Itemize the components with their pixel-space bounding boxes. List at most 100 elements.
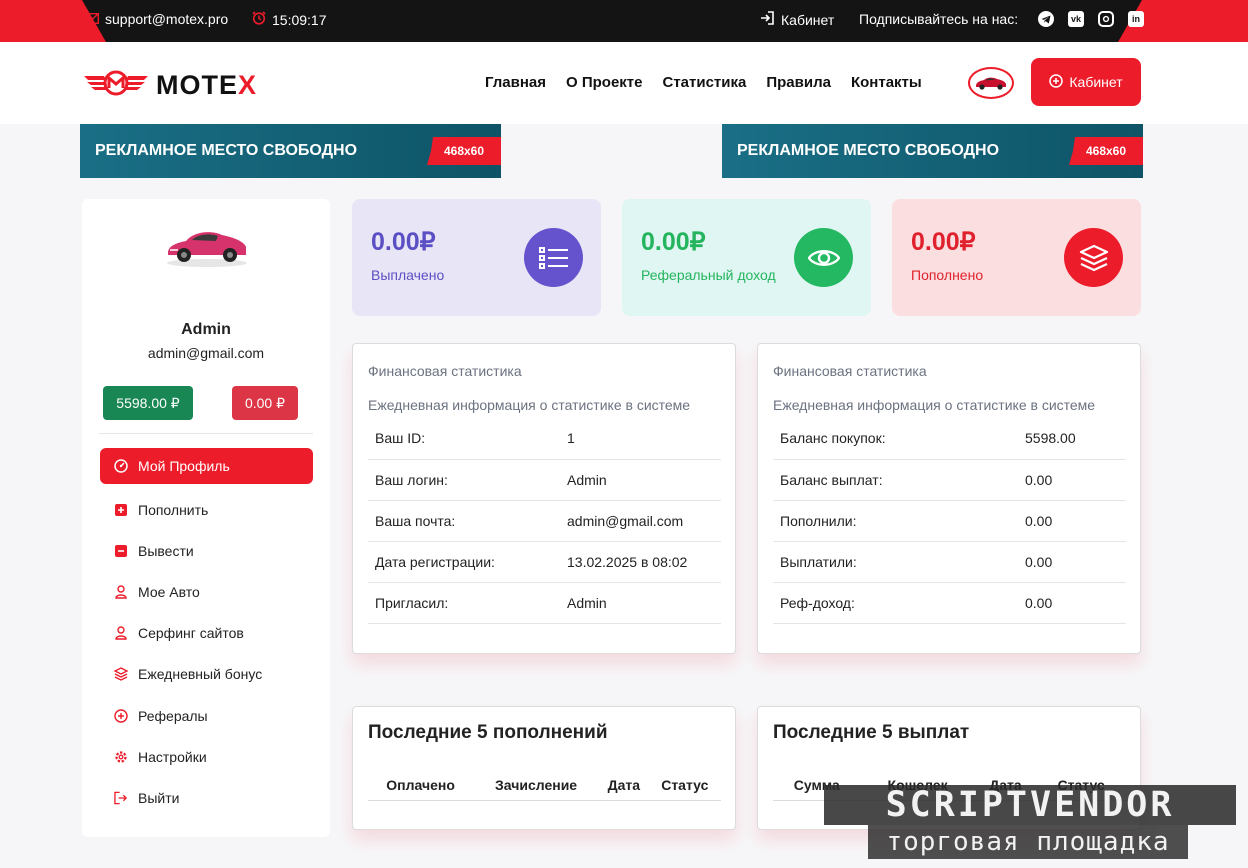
dashboard-icon (114, 459, 128, 473)
ad-size-badge: 468x60 (1069, 137, 1143, 165)
watermark-line-2: торговая площадка (868, 825, 1188, 859)
logo-text-main: MOTE (156, 70, 238, 100)
stat-value: 0.00₽ (641, 228, 706, 256)
logout-icon (114, 791, 128, 805)
row-value: Admin (560, 582, 721, 625)
column-header: Зачисление (473, 771, 599, 801)
row-value: 1 (560, 418, 721, 460)
table-row: Пригласил: Admin (368, 582, 721, 625)
support-email-text: support@motex.pro (105, 11, 229, 27)
row-value: 13.02.2025 в 08:02 (560, 541, 721, 584)
ad-banner-right[interactable]: РЕКЛАМНОЕ МЕСТО СВОБОДНО 468x60 (722, 124, 1143, 178)
row-key: Пополнили: (773, 500, 1018, 543)
balance-info-table: Баланс покупок: 5598.00 Баланс выплат: 0.0… (773, 418, 1126, 625)
sidebar-item-label: Мое Авто (138, 583, 200, 600)
sidebar-item-label: Вывести (138, 542, 194, 559)
table-row: Выплатили: 0.00 (773, 541, 1126, 584)
clock-text: 15:09:17 (272, 11, 327, 28)
profile-name: Admin (181, 321, 231, 338)
clock-display: 15:09:17 (252, 11, 327, 28)
row-key: Баланс покупок: (773, 418, 1018, 460)
support-email-link[interactable]: support@motex.pro (85, 11, 229, 27)
sidebar-item-referrals[interactable]: Рефералы (100, 695, 313, 736)
account-info-table: Ваш ID: 1 Ваш логин: Admin Ваша почта: admi… (368, 418, 721, 625)
watermark-overlay: SCRIPTVENDOR торговая площадка (824, 785, 1236, 861)
nav-link-home[interactable]: Главная (485, 74, 546, 91)
row-key: Ваша почта: (368, 500, 560, 543)
subscribe-label: Подписывайтесь на нас: (859, 11, 1019, 27)
row-key: Выплатили: (773, 541, 1018, 584)
cabinet-button-label: Кабинет (1069, 74, 1123, 90)
linkedin-icon[interactable]: in (1128, 11, 1144, 27)
top-cabinet-link[interactable]: Кабинет (760, 11, 834, 28)
row-key: Пригласил: (368, 582, 560, 625)
stat-card-referral-income: 0.00₽ Реферальный доход (622, 199, 871, 316)
instagram-icon[interactable] (1098, 11, 1114, 27)
logo-emblem-icon (82, 68, 150, 103)
login-arrow-icon (760, 11, 775, 28)
table-header-row: Оплачено Зачисление Дата Статус (368, 771, 721, 801)
logo-text-accent: X (238, 70, 258, 100)
cabinet-button[interactable]: Кабинет (1031, 58, 1141, 106)
profile-sidebar: Admin admin@gmail.com 5598.00 ₽ 0.00 ₽ М… (82, 199, 330, 837)
sidebar-item-profile[interactable]: Мой Профиль (100, 448, 313, 484)
sidebar-item-label: Серфинг сайтов (138, 625, 244, 642)
panel-heading: Последние 5 выплат (773, 722, 970, 743)
profile-car-image (164, 217, 250, 274)
sidebar-divider (99, 433, 313, 434)
sidebar-item-logout[interactable]: Выйти (100, 777, 313, 818)
alarm-clock-icon (252, 11, 266, 28)
stat-card-deposited: 0.00₽ Пополнено (892, 199, 1141, 316)
logo-text: MOTEX (156, 70, 257, 101)
main-nav: Главная О Проекте Статистика Правила Кон… (485, 74, 922, 91)
sidebar-item-label: Выйти (138, 789, 180, 806)
row-value: 0.00 (1018, 541, 1126, 584)
stat-label: Выплачено (371, 267, 445, 283)
table-row: Ваша почта: admin@gmail.com (368, 500, 721, 543)
stat-card-paid: 0.00₽ Выплачено (352, 199, 601, 316)
site-header: MOTEX Главная О Проекте Статистика Прави… (0, 42, 1248, 124)
sidebar-item-surfing[interactable]: Серфинг сайтов (100, 613, 313, 654)
nav-link-stats[interactable]: Статистика (663, 74, 747, 91)
user-car-avatar[interactable] (968, 67, 1014, 99)
panel-subtitle: Ежедневная информация о статистике в сис… (773, 397, 1096, 413)
sidebar-item-label: Настройки (138, 748, 207, 765)
stat-value: 0.00₽ (911, 228, 976, 256)
sidebar-item-my-car[interactable]: Мое Авто (100, 571, 313, 612)
panel-subtitle: Ежедневная информация о статистике в сис… (368, 397, 691, 413)
sidebar-item-withdraw[interactable]: Вывести (100, 530, 313, 571)
nav-link-contacts[interactable]: Контакты (851, 74, 922, 91)
column-header: Дата (598, 771, 649, 801)
row-key: Ваш ID: (368, 418, 560, 460)
payout-balance-badge[interactable]: 0.00 ₽ (232, 386, 298, 420)
nav-link-about[interactable]: О Проекте (566, 74, 642, 91)
panel-title: Финансовая статистика (368, 363, 522, 379)
row-value: 0.00 (1018, 582, 1126, 625)
nav-link-rules[interactable]: Правила (766, 74, 831, 91)
watermark-line-1: SCRIPTVENDOR (824, 785, 1236, 825)
ad-banner-left[interactable]: РЕКЛАМНОЕ МЕСТО СВОБОДНО 468x60 (80, 124, 501, 178)
table-row: Реф-доход: 0.00 (773, 582, 1126, 625)
row-key: Баланс выплат: (773, 459, 1018, 501)
sidebar-item-label: Мой Профиль (138, 458, 230, 474)
sidebar-item-deposit[interactable]: Пополнить (100, 489, 313, 530)
row-value: 0.00 (1018, 459, 1126, 501)
purchase-balance-badge[interactable]: 5598.00 ₽ (103, 386, 193, 420)
sidebar-item-settings[interactable]: Настройки (100, 736, 313, 777)
site-logo[interactable]: MOTEX (82, 68, 257, 103)
row-value: 0.00 (1018, 500, 1126, 543)
row-value: Admin (560, 459, 721, 501)
ad-banner-text: РЕКЛАМНОЕ МЕСТО СВОБОДНО (95, 142, 358, 159)
sidebar-menu: Мой Профиль Пополнить Вывести Мое Авто С… (100, 448, 313, 819)
column-header: Оплачено (368, 771, 474, 801)
sidebar-item-label: Пополнить (138, 501, 209, 518)
vk-icon[interactable]: vk (1068, 11, 1084, 27)
telegram-icon[interactable] (1038, 11, 1054, 27)
table-row: Баланс выплат: 0.00 (773, 459, 1126, 501)
last-deposits-panel: Последние 5 пополнений Оплачено Зачислен… (352, 706, 736, 830)
layers-icon (1064, 228, 1123, 287)
sidebar-item-daily-bonus[interactable]: Ежедневный бонус (100, 654, 313, 695)
ad-banner-text: РЕКЛАМНОЕ МЕСТО СВОБОДНО (737, 142, 1000, 159)
plus-square-icon (114, 503, 128, 517)
table-row: Пополнили: 0.00 (773, 500, 1126, 543)
